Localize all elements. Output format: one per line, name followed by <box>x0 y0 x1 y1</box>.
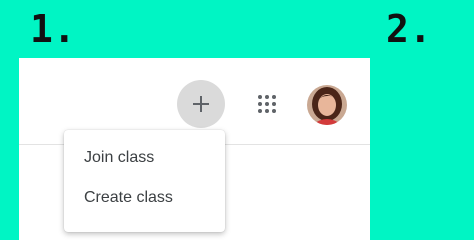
add-class-button[interactable] <box>177 80 225 128</box>
plus-icon <box>193 96 209 112</box>
step-number-1: 1. <box>30 7 76 51</box>
menu-item-join-class[interactable]: Join class <box>64 144 225 184</box>
apps-grid-icon <box>258 95 276 113</box>
user-avatar-icon <box>307 85 347 125</box>
step-number-2: 2. <box>386 7 432 51</box>
account-avatar[interactable] <box>307 85 347 125</box>
classroom-header-panel: Join class Create class <box>19 58 370 240</box>
create-join-menu: Join class Create class <box>64 130 225 232</box>
menu-item-create-class[interactable]: Create class <box>64 184 225 224</box>
google-apps-button[interactable] <box>255 92 279 116</box>
